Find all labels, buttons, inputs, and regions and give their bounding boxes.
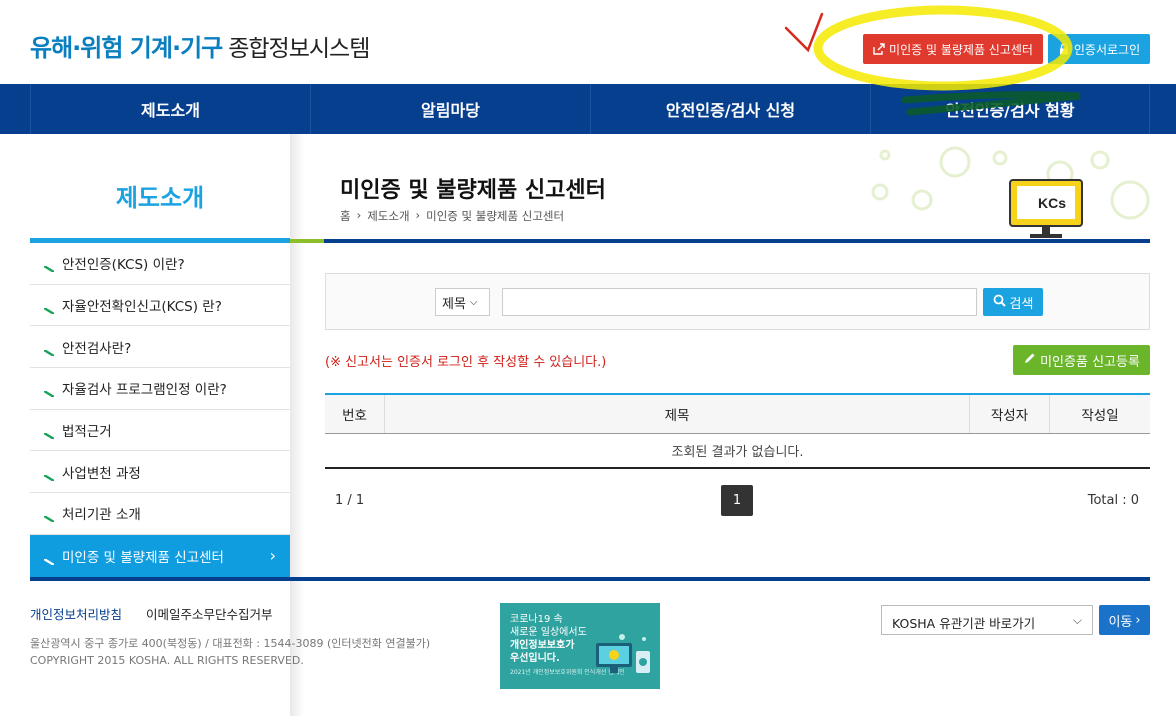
content-divider (290, 134, 304, 716)
title-underline (290, 239, 1150, 243)
sidebar-item-label: 사업변천 과정 (62, 465, 141, 482)
sidebar-item-self-inspection[interactable]: 자율검사 프로그램인정 이란? (30, 368, 290, 410)
nav-item-notice[interactable]: 알림마당 (310, 84, 590, 134)
login-notice: (※ 신고서는 인증서 로그인 후 작성할 수 있습니다.) (325, 355, 607, 370)
column-header-date: 작성일 (1081, 408, 1119, 424)
footer-address: 울산광역시 중구 종가로 400(북정동) / 대표전화 : 1544-3089… (30, 637, 431, 650)
column-header-author: 작성자 (970, 395, 1050, 433)
search-field-select[interactable]: 제목 ⌵ (435, 288, 490, 316)
sidebar-title: 제도소개 (115, 184, 205, 212)
site-logo[interactable]: 유해·위험 기계·기구 종합정보시스템 (30, 28, 370, 63)
page-count: 1 / 1 (335, 493, 365, 508)
sidebar-item-label: 처리기관 소개 (62, 507, 141, 524)
total-count: Total : 0 (1087, 493, 1139, 508)
bullet-arrow-icon (43, 469, 55, 482)
nav-item-apply[interactable]: 안전인증/검사 신청 (590, 84, 870, 134)
breadcrumb-current: 미인증 및 불량제품 신고센터 (426, 209, 565, 223)
search-button-label: 검색 (1009, 296, 1034, 312)
chevron-down-icon: ⌵ (469, 296, 478, 308)
page-title: 미인증 및 불량제품 신고센터 (340, 178, 606, 203)
search-icon (993, 294, 1006, 311)
search-panel: 제목 ⌵ 검색 (325, 273, 1150, 330)
banner-line: 새로운 일상에서도 (510, 627, 587, 638)
table-header: 번호 제목 작성자 작성일 (325, 393, 1150, 434)
title-underline-accent (290, 239, 324, 243)
sidebar-item-kcs[interactable]: 안전인증(KCS) 이란? (30, 243, 290, 285)
footer-copyright: COPYRIGHT 2015 KOSHA. ALL RIGHTS RESERVE… (30, 654, 304, 667)
main-nav: 제도소개 알림마당 안전인증/검사 신청 안전인증/검사 현황 (0, 84, 1176, 134)
report-center-label: 미인증 및 불량제품 신고센터 (889, 42, 1033, 57)
pencil-icon (1023, 352, 1036, 369)
column-header-number: 번호 (325, 395, 385, 433)
bullet-arrow-icon (43, 385, 55, 399)
kcs-mark-text: KCs (1038, 195, 1066, 211)
privacy-policy-link[interactable]: 개인정보처리방침 (30, 604, 122, 623)
chevron-right-icon: › (1135, 612, 1141, 628)
nav-item-system-intro[interactable]: 제도소개 (30, 84, 310, 134)
related-agencies-value: KOSHA 유관기관 바로가기 (892, 616, 1036, 631)
title-illustration: KCs (871, 146, 1150, 238)
privacy-campaign-banner[interactable]: 코로나19 속 새로운 일상에서도 개인정보보호가 우선입니다. 2021년 개… (500, 603, 660, 689)
report-center-button[interactable]: 미인증 및 불량제품 신고센터 (863, 34, 1043, 64)
banner-text: 코로나19 속 새로운 일상에서도 (510, 613, 587, 639)
banner-illustration (596, 634, 650, 673)
search-input[interactable] (502, 288, 977, 316)
sidebar-item-label: 자율검사 프로그램인정 이란? (62, 382, 227, 399)
email-refusal-link[interactable]: 이메일주소무단수집거부 (146, 604, 273, 623)
go-button-label: 이동 (1108, 614, 1133, 630)
page-button-current[interactable]: 1 (721, 485, 753, 516)
bullet-arrow-icon (43, 260, 55, 274)
site-header: 유해·위험 기계·기구 종합정보시스템 미인증 및 불량제품 신고센터 인증서로그… (0, 0, 1176, 84)
breadcrumb-home[interactable]: 홈 (340, 208, 351, 224)
nav-item-status[interactable]: 안전인증/검사 현황 (870, 84, 1150, 134)
chevron-right-icon: › (269, 546, 276, 566)
logo-subtitle: 종합정보시스템 (228, 36, 370, 62)
banner-line: 우선입니다. (510, 653, 560, 664)
sidebar-item-agencies[interactable]: 처리기관 소개 (30, 493, 290, 535)
certificate-login-button[interactable]: 인증서로그인 (1048, 34, 1150, 64)
bullet-arrow-icon (43, 344, 55, 357)
search-button[interactable]: 검색 (983, 288, 1043, 316)
sidebar-item-label: 안전검사란? (62, 340, 132, 357)
banner-line: 코로나19 속 (510, 614, 563, 625)
footer-divider (30, 577, 1150, 581)
share-icon (873, 43, 885, 55)
bullet-arrow-icon (43, 427, 55, 441)
sidebar-menu: 안전인증(KCS) 이란? 자율안전확인신고(KCS) 란? 안전검사란? 자율… (30, 243, 290, 577)
register-report-button[interactable]: 미인증품 신고등록 (1013, 345, 1150, 375)
sidebar-item-legal-basis[interactable]: 법적근거 (30, 410, 290, 452)
search-field-select-value: 제목 (442, 296, 466, 312)
logo-title: 유해·위험 기계·기구 (30, 34, 223, 62)
breadcrumb: 홈 › 제도소개 › 미인증 및 불량제품 신고센터 (340, 208, 564, 224)
go-button[interactable]: 이동 › (1099, 605, 1150, 635)
sidebar-item-history[interactable]: 사업변천 과정 (30, 451, 290, 494)
banner-emphasis: 개인정보보호가 우선입니다. (510, 639, 574, 665)
bullet-arrow-icon (43, 553, 55, 566)
sidebar-item-safety-inspection[interactable]: 안전검사란? (30, 326, 290, 369)
certificate-login-label: 인증서로그인 (1073, 42, 1141, 57)
breadcrumb-separator-icon: › (415, 208, 421, 222)
bullet-arrow-icon (43, 302, 55, 316)
report-table: 번호 제목 작성자 작성일 조회된 결과가 없습니다. (325, 393, 1150, 469)
chevron-down-icon: ⌵ (1072, 613, 1082, 627)
sidebar-item-self-confirm[interactable]: 자율안전확인신고(KCS) 란? (30, 285, 290, 327)
banner-line: 개인정보보호가 (510, 640, 575, 651)
lock-icon (1058, 43, 1070, 55)
sidebar-item-label: 안전인증(KCS) 이란? (62, 257, 185, 274)
bullet-arrow-icon (43, 510, 55, 524)
breadcrumb-item[interactable]: 제도소개 (367, 208, 409, 224)
empty-results-row: 조회된 결과가 없습니다. (325, 434, 1150, 469)
monitor-icon: KCs (1009, 179, 1083, 238)
related-agencies-select[interactable]: KOSHA 유관기관 바로가기 ⌵ (881, 605, 1093, 635)
register-report-label: 미인증품 신고등록 (1040, 354, 1140, 370)
sidebar-item-label: 미인증 및 불량제품 신고센터 (62, 549, 224, 566)
breadcrumb-separator-icon: › (356, 208, 362, 222)
sidebar-item-report-center[interactable]: 미인증 및 불량제품 신고센터 › (30, 534, 290, 577)
sidebar-item-label: 법적근거 (62, 424, 112, 441)
column-header-title: 제목 (385, 395, 970, 433)
sidebar-item-label: 자율안전확인신고(KCS) 란? (62, 299, 222, 316)
